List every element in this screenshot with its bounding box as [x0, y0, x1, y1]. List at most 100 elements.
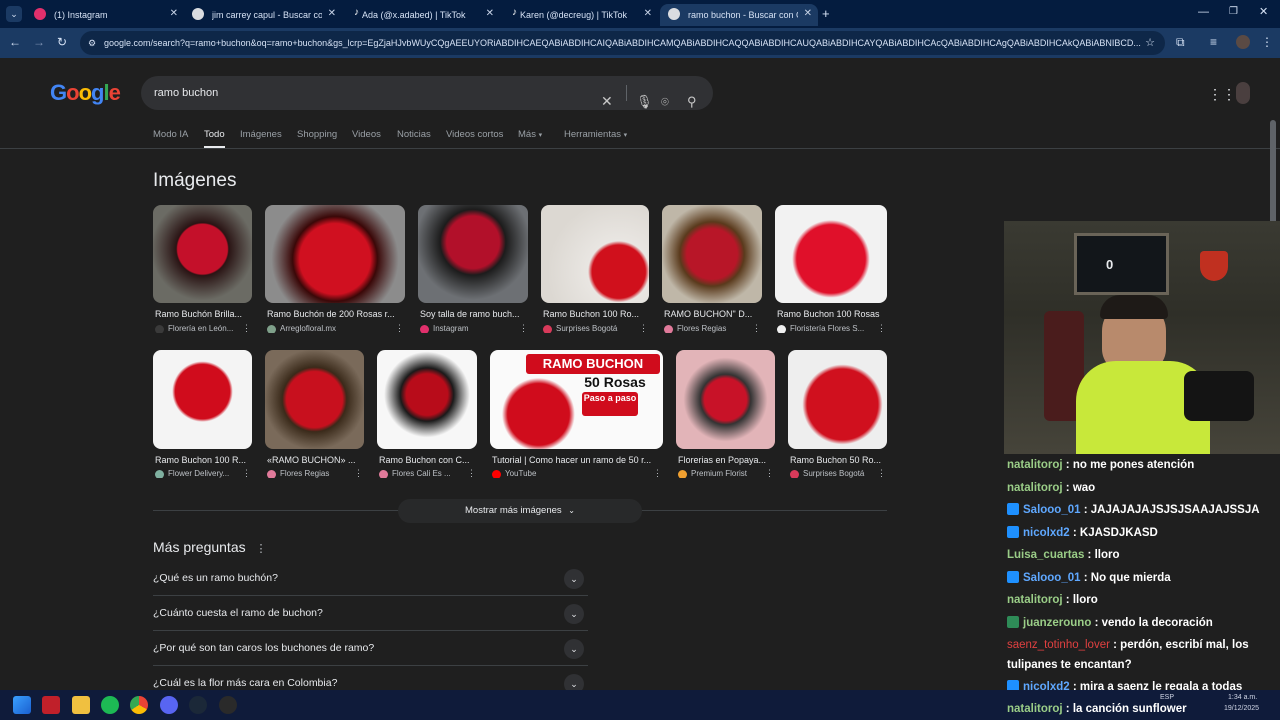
image-caption[interactable]: RAMO BUCHON" D... — [664, 309, 760, 319]
bookmark-star-icon[interactable]: ☆ — [1145, 31, 1155, 55]
more-options-icon[interactable]: ⋮ — [242, 468, 251, 479]
image-caption[interactable]: «RAMO BUCHON» ... — [267, 455, 362, 465]
site-info-icon[interactable]: ⚙ — [88, 31, 96, 55]
chat-username[interactable]: nicolxd2 — [1023, 527, 1070, 539]
tab-tiktok-karen[interactable]: ♪ Karen (@decreug) | TikTok ✕ — [500, 4, 658, 26]
tab-videos[interactable]: Videos — [352, 129, 381, 140]
chat-username[interactable]: Luisa_cuartas — [1007, 549, 1084, 561]
spotify-icon[interactable] — [101, 696, 119, 714]
media-icon[interactable]: ≡ — [1210, 35, 1217, 49]
chevron-down-icon[interactable]: ⌄ — [564, 604, 584, 624]
image-result-thumbnail[interactable] — [788, 350, 887, 449]
new-tab-button[interactable]: + — [822, 6, 830, 21]
microphone-icon[interactable]: 🎙 — [636, 85, 653, 119]
image-caption[interactable]: Florerias en Popaya... — [678, 455, 773, 465]
image-result-thumbnail[interactable]: RAMO BUCHON 50 Rosas Paso a paso — [490, 350, 663, 449]
tab-instagram[interactable]: (1) Instagram ✕ — [26, 4, 184, 26]
image-result-thumbnail[interactable] — [662, 205, 762, 303]
close-icon[interactable]: ✕ — [328, 8, 336, 19]
question-row[interactable]: ¿Cuánto cuesta el ramo de buchon? ⌄ — [153, 596, 588, 631]
image-result-thumbnail[interactable] — [541, 205, 649, 303]
tab-mas[interactable]: Más ▾ — [518, 129, 542, 140]
tab-tiktok-ada[interactable]: ♪ Ada (@x.adabed) | TikTok ✕ — [342, 4, 500, 26]
close-icon[interactable]: ✕ — [486, 8, 494, 19]
tab-google-ramo[interactable]: ramo buchon - Buscar con Goo ✕ — [660, 4, 818, 26]
profile-avatar[interactable] — [1236, 35, 1250, 49]
image-source[interactable]: Premium Florist — [678, 469, 762, 478]
question-row[interactable]: ¿Por qué son tan caros los buchones de r… — [153, 631, 588, 666]
chrome-icon[interactable] — [130, 696, 148, 714]
more-options-icon[interactable]: ⋮ — [395, 323, 404, 334]
more-options-icon[interactable]: ⋮ — [467, 468, 476, 479]
tab-imagenes[interactable]: Imágenes — [240, 129, 282, 140]
chat-username[interactable]: natalitoroj — [1007, 459, 1063, 471]
tab-google-jim[interactable]: jim carrey capul - Buscar con Go ✕ — [184, 4, 342, 26]
tab-todo[interactable]: Todo — [204, 129, 225, 140]
lens-icon[interactable]: ⌾ — [661, 85, 669, 119]
chat-username[interactable]: juanzerouno — [1023, 617, 1091, 629]
tab-videos-cortos[interactable]: Videos cortos — [446, 129, 503, 140]
question-row[interactable]: ¿Qué es un ramo buchón? ⌄ — [153, 561, 588, 596]
forward-arrow-icon[interactable]: → — [33, 35, 45, 49]
image-source[interactable]: Flores Regias — [267, 469, 347, 478]
image-caption[interactable]: Ramo Buchon con C... — [379, 455, 475, 465]
question-row[interactable]: ¿Cuál es la flor más cara en Colombia? ⌄ — [153, 666, 588, 690]
chat-username[interactable]: Salooo_01 — [1023, 572, 1081, 584]
image-caption[interactable]: Soy talla de ramo buch... — [420, 309, 526, 319]
tab-search-button[interactable]: ⌄ — [6, 6, 22, 22]
image-caption[interactable]: Ramo Buchon 100 Ro... — [543, 309, 647, 319]
image-result-thumbnail[interactable] — [153, 205, 252, 303]
file-explorer-icon[interactable] — [72, 696, 90, 714]
more-options-icon[interactable]: ⋮ — [519, 323, 528, 334]
image-source[interactable]: Instagram — [420, 324, 510, 333]
image-source[interactable]: Surprises Bogotá — [790, 469, 874, 478]
tab-modo-ia[interactable]: Modo IA — [153, 129, 188, 140]
app-icon[interactable] — [219, 696, 237, 714]
search-icon[interactable]: ⚲ — [687, 85, 697, 119]
more-options-icon[interactable]: ⋮ — [256, 543, 267, 555]
minimize-button[interactable]: — — [1198, 6, 1209, 18]
more-options-icon[interactable]: ⋮ — [242, 323, 251, 334]
image-source[interactable]: Floristería Flores S... — [777, 324, 873, 333]
address-bar[interactable]: ⚙ google.com/search?q=ramo+buchon&oq=ram… — [80, 31, 1165, 55]
image-result-thumbnail[interactable] — [265, 205, 405, 303]
chat-username[interactable]: saenz_totinho_lover — [1007, 639, 1110, 651]
image-result-thumbnail[interactable] — [418, 205, 528, 303]
chevron-down-icon[interactable]: ⌄ — [564, 639, 584, 659]
image-source[interactable]: YouTube — [492, 469, 572, 478]
chat-username[interactable]: Salooo_01 — [1023, 504, 1081, 516]
menu-icon[interactable]: ⋮ — [1261, 35, 1273, 49]
chevron-down-icon[interactable]: ⌄ — [564, 674, 584, 690]
image-caption[interactable]: Ramo Buchón de 200 Rosas r... — [267, 309, 403, 319]
image-result-thumbnail[interactable] — [265, 350, 364, 449]
chevron-down-icon[interactable]: ⌄ — [564, 569, 584, 589]
tab-herramientas[interactable]: Herramientas ▾ — [564, 129, 627, 140]
tab-noticias[interactable]: Noticias — [397, 129, 431, 140]
chat-username[interactable]: natalitoroj — [1007, 482, 1063, 494]
reload-icon[interactable]: ↻ — [57, 35, 67, 49]
close-window-button[interactable]: ✕ — [1259, 5, 1268, 18]
extensions-icon[interactable]: ⧉ — [1176, 35, 1185, 50]
image-source[interactable]: Surprises Bogotá — [543, 324, 633, 333]
image-result-thumbnail[interactable] — [377, 350, 477, 449]
image-caption[interactable]: Ramo Buchon 50 Ro... — [790, 455, 885, 465]
more-options-icon[interactable]: ⋮ — [752, 323, 761, 334]
apps-grid-icon[interactable]: ⋮⋮ — [1208, 86, 1236, 103]
image-source[interactable]: Arreglofloral.mx — [267, 324, 377, 333]
more-options-icon[interactable]: ⋮ — [354, 468, 363, 479]
image-caption[interactable]: Ramo Buchón Brilla... — [155, 309, 250, 319]
image-result-thumbnail[interactable] — [775, 205, 887, 303]
image-result-thumbnail[interactable] — [676, 350, 775, 449]
discord-icon[interactable] — [160, 696, 178, 714]
image-caption[interactable]: Ramo Buchon 100 R... — [155, 455, 250, 465]
image-source[interactable]: Florería en León... — [155, 324, 235, 333]
chat-username[interactable]: natalitoroj — [1007, 594, 1063, 606]
windows-start-icon[interactable] — [13, 696, 31, 714]
show-more-images-button[interactable]: Mostrar más imágenes ⌄ — [398, 499, 642, 523]
image-caption[interactable]: Tutorial | Como hacer un ramo de 50 r... — [492, 455, 661, 465]
close-icon[interactable]: ✕ — [644, 8, 652, 19]
more-options-icon[interactable]: ⋮ — [877, 468, 886, 479]
close-icon[interactable]: ✕ — [170, 8, 178, 19]
search-input[interactable]: ramo buchon ✕ 🎙 ⌾ ⚲ — [141, 76, 713, 110]
more-options-icon[interactable]: ⋮ — [765, 468, 774, 479]
